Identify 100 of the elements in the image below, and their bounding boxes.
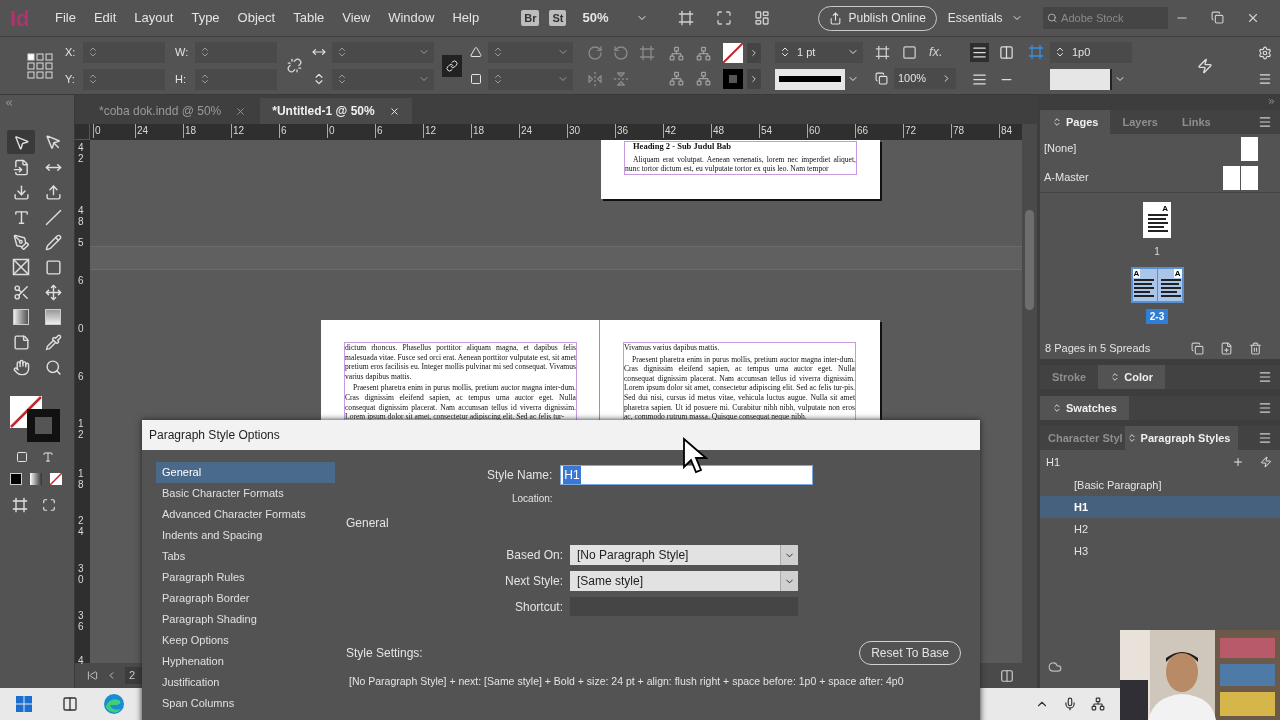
menu-item[interactable]: Table: [293, 8, 325, 28]
shadow-icon[interactable]: [902, 44, 917, 60]
panel-tab[interactable]: Stroke: [1040, 365, 1099, 389]
panel-tab[interactable]: Pages: [1040, 110, 1111, 134]
spinner-icon[interactable]: [87, 73, 99, 85]
spinner-icon[interactable]: [1054, 46, 1066, 58]
opacity-icon[interactable]: [875, 71, 888, 85]
dialog-nav-item[interactable]: Indents and Spacing: [156, 525, 335, 546]
hierarchy-icon[interactable]: [669, 45, 684, 61]
panel-menu-icon[interactable]: [1258, 401, 1272, 415]
menu-item[interactable]: Edit: [93, 8, 117, 28]
shear-field[interactable]: [488, 68, 573, 90]
search-field[interactable]: Adobe Stock: [1042, 7, 1168, 29]
chevron-icon[interactable]: [749, 73, 759, 84]
eyedropper-icon[interactable]: [44, 333, 62, 351]
expand-icon[interactable]: [1126, 433, 1137, 443]
workspace-dropdown[interactable]: Essentials: [939, 9, 1031, 27]
scrollbar[interactable]: [1022, 124, 1037, 688]
menu-item[interactable]: Layout: [134, 8, 174, 28]
dialog-nav-item[interactable]: Paragraph Shading: [156, 609, 335, 630]
panel-tab[interactable]: Character Styl: [1040, 426, 1125, 450]
frame-x-icon[interactable]: [12, 258, 30, 276]
wrap-around-icon[interactable]: [999, 44, 1014, 60]
menu-item[interactable]: Type: [191, 8, 220, 28]
fill-swatch-icon[interactable]: [723, 68, 743, 89]
document-tab[interactable]: *Untitled-1 @ 50%: [260, 98, 412, 124]
close-icon[interactable]: [235, 105, 247, 117]
based-on-dropdown[interactable]: [No Paragraph Style]: [570, 545, 798, 565]
page-number[interactable]: 1: [1150, 244, 1164, 259]
apply-none-icon[interactable]: [50, 473, 62, 485]
page-thumbnail[interactable]: A: [1143, 202, 1171, 238]
spinner-icon[interactable]: [492, 46, 504, 58]
panel-tab[interactable]: Paragraph Styles: [1124, 426, 1239, 450]
microphone-icon[interactable]: [1063, 697, 1077, 711]
scissors-icon[interactable]: [12, 283, 30, 301]
quick-apply-icon[interactable]: [1260, 456, 1272, 468]
expand-icon[interactable]: [1052, 117, 1062, 127]
app-badge[interactable]: Br: [521, 9, 540, 27]
link-icon[interactable]: [446, 59, 458, 72]
first-page-icon[interactable]: [87, 670, 98, 681]
settings-icon[interactable]: [1258, 45, 1272, 60]
type-icon[interactable]: [12, 208, 30, 226]
pointer-icon[interactable]: [12, 133, 30, 151]
opacity-field[interactable]: 100%: [894, 67, 956, 89]
panel-menu-icon[interactable]: [1258, 370, 1272, 384]
size-field[interactable]: [195, 68, 277, 90]
gradient-swatch-icon[interactable]: [13, 309, 29, 325]
dialog-nav-item[interactable]: Hyphenation: [156, 651, 335, 672]
pointer-tool-button[interactable]: [7, 130, 35, 154]
shear-icon[interactable]: [470, 73, 482, 85]
position-field[interactable]: [83, 68, 165, 90]
object-style-dropdown[interactable]: [1050, 68, 1112, 90]
pencil-icon[interactable]: [44, 233, 62, 251]
panel-tab[interactable]: Layers: [1110, 110, 1170, 134]
apply-color-icon[interactable]: [10, 473, 22, 485]
constrain-button[interactable]: [442, 54, 462, 77]
cloud-icon[interactable]: [1048, 660, 1062, 674]
restore-icon[interactable]: [1211, 11, 1224, 24]
style-list-item[interactable]: H2: [1040, 518, 1280, 540]
apply-gradient-icon[interactable]: [30, 473, 42, 485]
page-thumbnail[interactable]: A A: [1130, 267, 1184, 303]
stroke-swatch-icon[interactable]: [723, 42, 743, 63]
spinner-icon[interactable]: [199, 46, 211, 58]
quick-apply-icon[interactable]: [1197, 57, 1213, 74]
spinner-icon[interactable]: [779, 46, 791, 58]
pen-icon[interactable]: [12, 233, 30, 251]
app-badge[interactable]: St: [549, 9, 567, 27]
rectangle-icon[interactable]: [44, 258, 62, 276]
page-size-icon[interactable]: [1191, 341, 1204, 355]
screen-mode-icon[interactable]: [42, 498, 56, 512]
dialog-nav-item[interactable]: Advanced Character Formats: [156, 504, 335, 525]
stroke-weight-field[interactable]: 1 pt: [775, 41, 863, 63]
style-name-field[interactable]: H1: [560, 465, 814, 485]
arrange-icon[interactable]: [754, 10, 771, 26]
hierarchy-icon[interactable]: [696, 45, 711, 61]
master-row[interactable]: A-Master: [1040, 163, 1280, 192]
angle-icon[interactable]: [470, 46, 482, 58]
split-view-icon[interactable]: [1000, 668, 1014, 683]
close-icon[interactable]: [1246, 11, 1260, 25]
rotation-field[interactable]: [488, 41, 573, 63]
size-field[interactable]: [195, 41, 277, 63]
panel-tab[interactable]: Swatches: [1040, 396, 1129, 420]
reference-point-icon[interactable]: [27, 52, 53, 79]
placer-icon[interactable]: [44, 183, 62, 201]
zoom-icon[interactable]: [44, 358, 62, 376]
hierarchy-icon[interactable]: [696, 70, 711, 86]
panel-menu-icon[interactable]: [1258, 431, 1272, 445]
panel-tab[interactable]: Color: [1098, 365, 1165, 389]
search-input[interactable]: Adobe Stock: [1061, 9, 1164, 27]
transform-icon[interactable]: [44, 283, 62, 301]
network-icon[interactable]: [1091, 697, 1105, 711]
hierarchy-icon[interactable]: [669, 70, 684, 86]
browser-icon[interactable]: [103, 693, 125, 715]
collapse-icon[interactable]: [1267, 97, 1276, 106]
screen-mode-icon[interactable]: [716, 10, 733, 26]
spinner-icon[interactable]: [199, 73, 211, 85]
effects-icon[interactable]: fx.: [929, 42, 943, 62]
delete-icon[interactable]: [1249, 341, 1262, 355]
dialog-nav-item[interactable]: Span Columns: [156, 693, 335, 714]
page-number[interactable]: 2-3: [1145, 309, 1169, 324]
